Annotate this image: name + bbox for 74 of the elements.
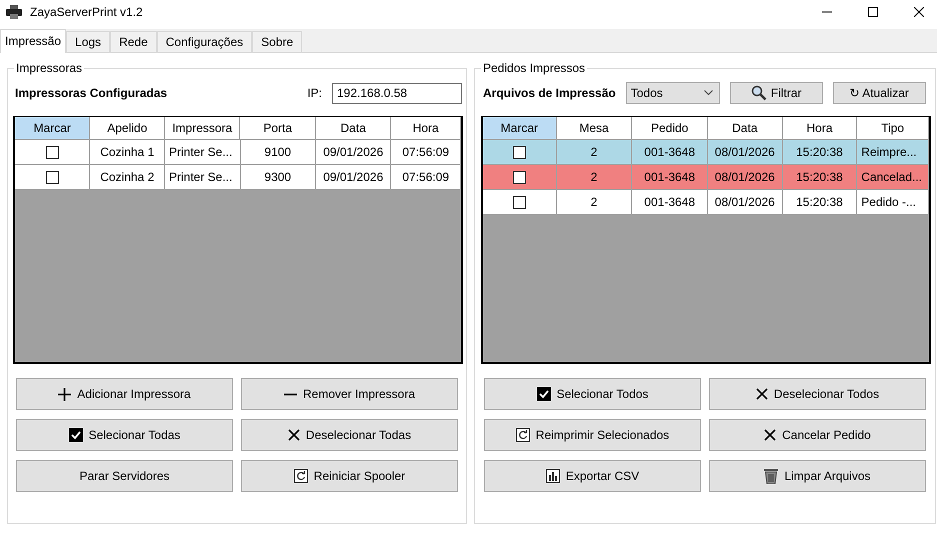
table-cell: 001-3648 (632, 190, 708, 215)
maximize-icon[interactable] (868, 7, 878, 17)
table-cell: 9300 (240, 165, 316, 190)
checkbox-icon (68, 428, 83, 442)
close-icon (288, 429, 300, 441)
close-icon[interactable] (914, 7, 924, 17)
printer-icon (6, 5, 22, 19)
action-button[interactable]: Limpar Arquivos (709, 460, 926, 492)
checkbox-icon (536, 387, 551, 401)
table-cell: 15:20:38 (782, 190, 858, 215)
column-header[interactable]: Impressora (164, 117, 240, 140)
checkbox[interactable] (46, 146, 59, 158)
close-icon (756, 388, 768, 400)
table-cell: 2 (556, 190, 632, 215)
refresh-icon (516, 428, 530, 442)
table-cell: 09/01/2026 (316, 165, 392, 190)
section-heading: Impressoras Configuradas (15, 86, 168, 100)
action-button[interactable]: Selecionar Todas (16, 419, 233, 451)
table-row[interactable]: 2 001-3648 08/01/2026 15:20:38 Cancelad... (483, 165, 929, 190)
group-title: Pedidos Impressos (481, 61, 588, 75)
table-row[interactable]: 2 001-3648 08/01/2026 15:20:38 Pedido -... (483, 190, 929, 215)
checkbox[interactable] (512, 196, 526, 208)
action-button[interactable]: Cancelar Pedido (709, 419, 926, 451)
action-button[interactable]: Parar Servidores (16, 460, 233, 492)
action-button[interactable]: Exportar CSV (484, 460, 701, 492)
search-icon (750, 85, 767, 101)
column-header[interactable]: Marcar (483, 117, 557, 140)
plus-icon (58, 388, 72, 400)
column-header[interactable]: Hora (782, 117, 858, 140)
action-button[interactable]: Remover Impressora (241, 378, 458, 410)
column-header[interactable]: Pedido (632, 117, 708, 140)
table-cell: 07:56:09 (391, 165, 461, 190)
action-button[interactable]: Deselecionar Todas (241, 419, 458, 451)
filter-dropdown[interactable]: Todos (626, 82, 720, 104)
table-cell: 08/01/2026 (708, 190, 783, 215)
chevron-down-icon (704, 90, 713, 96)
ip-field[interactable]: 192.168.0.58 (332, 82, 462, 104)
checkbox[interactable] (512, 170, 526, 184)
action-button[interactable]: Adicionar Impressora (16, 378, 233, 410)
column-header[interactable]: Tipo (857, 117, 929, 140)
table-row[interactable]: Cozinha 2 Printer Se... 9300 09/01/2026 07:56:09 (15, 165, 461, 190)
section-heading: Arquivos de Impressão (483, 86, 616, 100)
tab[interactable]: Sobre (252, 31, 302, 52)
tab[interactable]: Rede (110, 31, 157, 52)
refresh-button[interactable]: ↻ Atualizar (832, 82, 926, 104)
column-header[interactable]: Apelido (90, 117, 165, 140)
checkbox[interactable] (46, 170, 59, 184)
column-header[interactable]: Data (316, 117, 392, 140)
checkbox[interactable] (512, 146, 526, 158)
table-row[interactable]: Cozinha 1 Printer Se... 9100 09/01/2026 07:56:09 (15, 140, 461, 165)
action-button[interactable]: Reimprimir Selecionados (484, 419, 701, 451)
trash-icon (764, 468, 778, 484)
refresh-icon (294, 469, 308, 483)
filter-button[interactable]: Filtrar (730, 82, 823, 104)
column-header[interactable]: Data (708, 117, 783, 140)
bar-chart-icon (546, 469, 560, 483)
tab[interactable]: Configurações (156, 31, 252, 52)
table-cell: Printer Se... (164, 165, 240, 190)
column-header[interactable]: Hora (391, 117, 461, 140)
column-header[interactable]: Mesa (556, 117, 632, 140)
table-row[interactable]: 2 001-3648 08/01/2026 15:20:38 Reimpre... (483, 140, 929, 165)
ip-label: IP: (307, 86, 322, 100)
column-header[interactable]: Porta (240, 117, 316, 140)
tab[interactable]: Logs (66, 31, 110, 52)
action-button[interactable]: Selecionar Todos (484, 378, 701, 410)
table-cell: Cozinha 2 (90, 165, 165, 190)
table-cell: Pedido -... (857, 190, 929, 215)
column-header[interactable]: Marcar (15, 117, 90, 140)
group-title: Impressoras (14, 61, 84, 75)
tab[interactable]: Impressão (0, 29, 66, 53)
action-button[interactable]: Reiniciar Spooler (241, 460, 458, 492)
window-title: ZayaServerPrint v1.2 (30, 5, 143, 19)
action-button[interactable]: Deselecionar Todos (709, 378, 926, 410)
close-icon (764, 429, 776, 441)
